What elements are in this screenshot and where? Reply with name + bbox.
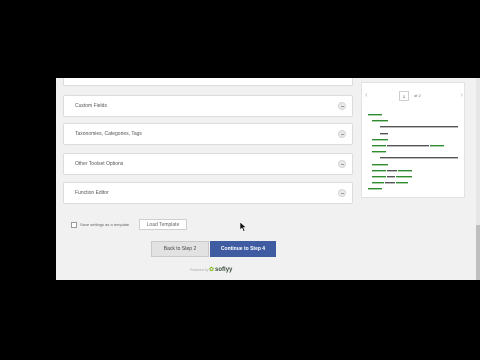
main-column: Custom Fields Taxonomies, Categories, Ta…: [61, 78, 355, 280]
page-scrollbar[interactable]: [476, 78, 480, 280]
save-template-label: Save settings as a template: [80, 222, 130, 227]
panel-title: Custom Fields: [75, 103, 107, 109]
collapse-icon[interactable]: [338, 189, 346, 197]
mouse-cursor-icon: [240, 222, 248, 232]
panel-title: Function Editor: [75, 190, 109, 196]
back-button[interactable]: Back to Step 2: [151, 241, 209, 257]
panel-taxonomies[interactable]: Taxonomies, Categories, Tags: [63, 123, 353, 145]
preview-sidebar: ‹ 1 of 2 ›: [361, 78, 465, 280]
collapse-icon[interactable]: [338, 102, 346, 110]
xml-tag-bar: [372, 138, 388, 141]
xml-preview: [368, 112, 464, 192]
collapse-icon[interactable]: [338, 160, 346, 168]
xml-tag-bar: [372, 151, 386, 153]
panel-other-options[interactable]: Other Toolset Options: [63, 153, 353, 175]
panel-partial: [63, 78, 353, 86]
panel-custom-fields[interactable]: Custom Fields: [63, 95, 353, 117]
xml-tag-bar: [368, 114, 382, 116]
xml-mixed-bar: [372, 144, 444, 147]
continue-button[interactable]: Continue to Step 4: [210, 241, 276, 257]
xml-text-bar: [380, 126, 458, 128]
powered-by-label: Powered by: [190, 268, 209, 272]
panel-title: Taxonomies, Categories, Tags: [75, 131, 142, 137]
xml-line-3: [368, 124, 464, 130]
save-template-checkbox[interactable]: [71, 222, 77, 228]
load-template-button[interactable]: Load Template: [139, 219, 187, 230]
xml-preview-box: ‹ 1 of 2 ›: [361, 82, 465, 198]
xml-line-10: [368, 168, 464, 174]
preview-pager: ‹ 1 of 2 ›: [362, 87, 466, 103]
page-of-label: of 2: [414, 93, 421, 98]
xml-tag-bar: [372, 120, 388, 122]
xml-text-bar: [380, 157, 458, 159]
xml-tag-bar: [372, 163, 388, 165]
brand-logo: ✿soflyy: [209, 266, 232, 273]
panel-title: Other Toolset Options: [75, 161, 124, 167]
collapse-icon[interactable]: [338, 130, 346, 138]
xml-tag-bar: [368, 188, 382, 190]
xml-mixed-bar: [372, 175, 412, 178]
xml-text-bar: [380, 132, 388, 134]
xml-line-13: [368, 186, 464, 192]
brand-name: soflyy: [215, 267, 233, 273]
wizard-frame: Custom Fields Taxonomies, Categories, Ta…: [56, 78, 480, 280]
chevron-right-icon[interactable]: ›: [460, 91, 463, 99]
xml-mixed-bar: [372, 169, 412, 172]
page-number-input[interactable]: 1: [399, 91, 409, 101]
chevron-left-icon[interactable]: ‹: [365, 91, 368, 99]
xml-line-8: [368, 155, 464, 161]
brand-mark-icon: ✿: [209, 267, 215, 273]
xml-mixed-bar: [372, 182, 408, 184]
scrollbar-thumb[interactable]: [476, 225, 480, 280]
panel-function-editor[interactable]: Function Editor: [63, 182, 353, 204]
